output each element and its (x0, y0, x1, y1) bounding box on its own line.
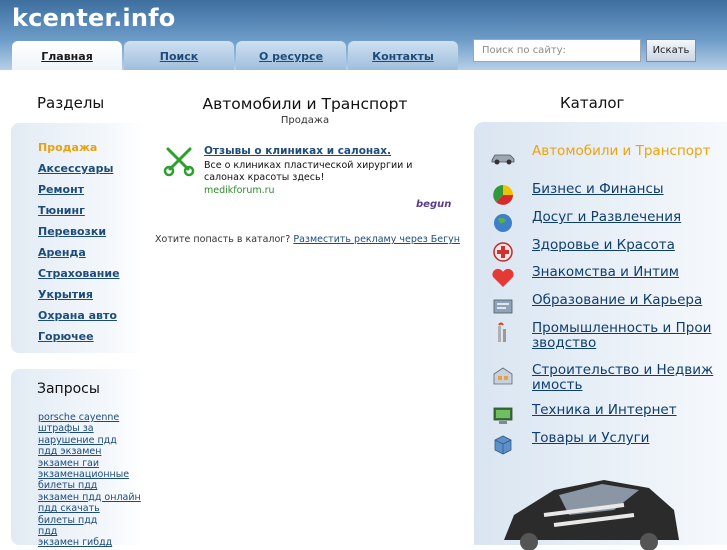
section-link-repair[interactable]: Ремонт (38, 183, 84, 196)
list-item: Горючее (38, 325, 120, 346)
section-link-tuning[interactable]: Тюнинг (38, 204, 85, 217)
list-item: porsche cayenne (38, 409, 141, 423)
tab-contacts[interactable]: Контакты (348, 41, 458, 70)
list-item: Аксессуары (38, 157, 120, 178)
list-item: Охрана авто (38, 304, 120, 325)
pie-chart-icon (493, 185, 513, 205)
tab-about[interactable]: О ресурсе (236, 41, 346, 70)
catalog-link-construction[interactable]: Строительство и Недвижимость (532, 363, 714, 393)
search-button[interactable]: Искать (646, 39, 696, 62)
tab-home[interactable]: Главная (12, 41, 122, 70)
scissors-icon (163, 147, 195, 177)
section-link-sale[interactable]: Продажа (38, 141, 97, 154)
place-ad-text: Хотите попасть в каталог? (155, 234, 291, 245)
begun-logo[interactable]: begun (416, 199, 451, 210)
section-link-security[interactable]: Охрана авто (38, 309, 117, 322)
list-item: экзаменационные (38, 466, 141, 480)
building-icon (493, 367, 513, 385)
catalog-item-goods[interactable]: Товары и Услуги (490, 431, 727, 462)
list-item: Укрытия (38, 283, 120, 304)
place-ad-link[interactable]: Разместить рекламу через Бегун (293, 234, 460, 245)
catalog-item-construction[interactable]: Строительство и Недвижимость (490, 363, 727, 394)
queries-list: porsche cayenne штрафы за нарушение пдд … (38, 409, 141, 548)
section-link-covers[interactable]: Укрытия (38, 288, 93, 301)
catalog-link-education[interactable]: Образование и Карьера (532, 293, 714, 308)
catalog-link-business[interactable]: Бизнес и Финансы (532, 182, 714, 197)
list-item: Тюнинг (38, 199, 120, 220)
list-item: билеты пдд (38, 512, 141, 526)
list-item: экзамен гибдд (38, 534, 141, 548)
section-link-accessories[interactable]: Аксессуары (38, 162, 113, 175)
catalog-link-leisure[interactable]: Досуг и Развлечения (532, 210, 714, 225)
header-divider (0, 70, 727, 72)
heart-icon (492, 268, 514, 287)
section-link-rent[interactable]: Аренда (38, 246, 86, 259)
query-link[interactable]: экзамен гибдд (38, 537, 112, 548)
sections-list: Продажа Аксессуары Ремонт Тюнинг Перевоз… (38, 136, 120, 346)
list-item: Продажа (38, 136, 120, 157)
sections-title: Разделы (37, 94, 105, 112)
catalog-link-dating[interactable]: Знакомства и Интим (532, 265, 714, 280)
catalog-item-industry[interactable]: Промышленность и Производство (490, 321, 727, 352)
health-icon (493, 242, 513, 262)
catalog-title: Каталог (560, 94, 625, 112)
goods-icon (494, 435, 512, 455)
list-item: экзамен пдд онлайн (38, 489, 141, 503)
catalog-link-health[interactable]: Здоровье и Красота (532, 238, 714, 253)
computer-icon (493, 407, 513, 424)
section-link-fuel[interactable]: Горючее (38, 330, 94, 343)
page-title: Автомобили и Транспорт (202, 95, 408, 113)
list-item: нарушение пдд (38, 432, 141, 446)
header: kcenter.info Главная Поиск О ресурсе Кон… (0, 0, 727, 72)
catalog-link-goods[interactable]: Товары и Услуги (532, 431, 714, 446)
education-icon (493, 299, 513, 314)
search-input[interactable] (473, 39, 641, 62)
globe-icon (494, 214, 512, 232)
list-item: Ремонт (38, 178, 120, 199)
section-link-insurance[interactable]: Страхование (38, 267, 120, 280)
page-subtitle: Продажа (280, 115, 330, 126)
site-logo[interactable]: kcenter.info (12, 4, 175, 32)
industry-icon (498, 322, 506, 342)
queries-title: Запросы (37, 381, 100, 397)
car-icon (491, 154, 515, 165)
catalog-item-auto[interactable]: Автомобили и Транспорт (490, 144, 727, 175)
ad-title-link[interactable]: Отзывы о клиниках и салонах. (204, 145, 391, 157)
list-item: экзамен гаи (38, 455, 141, 469)
car-illustration (504, 480, 679, 550)
place-ad-line: Хотите попасть в каталог? Разместить рек… (155, 234, 460, 245)
list-item: штрафы за (38, 420, 141, 434)
list-item: пдд экзамен (38, 443, 141, 457)
ad-text: Все о клиниках пластической хирургии и с… (204, 160, 413, 183)
tab-search[interactable]: Поиск (124, 41, 234, 70)
list-item: Аренда (38, 241, 120, 262)
section-link-transport[interactable]: Перевозки (38, 225, 106, 238)
catalog-link-industry[interactable]: Промышленность и Производство (532, 321, 714, 351)
ad-url[interactable]: medikforum.ru (204, 185, 275, 196)
list-item: Перевозки (38, 220, 120, 241)
catalog-link-tech[interactable]: Техника и Интернет (532, 403, 714, 418)
list-item: Страхование (38, 262, 120, 283)
catalog-link-auto[interactable]: Автомобили и Транспорт (532, 144, 714, 159)
